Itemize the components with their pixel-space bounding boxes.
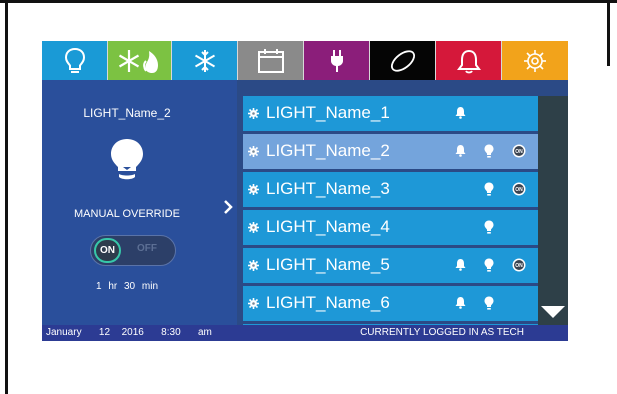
ellipse-icon <box>390 49 415 72</box>
light-row-label: LIGHT_Name_6 <box>266 293 390 312</box>
manual-override-label: MANUAL OVERRIDE <box>74 208 180 220</box>
override-duration: 1 hr 30 min <box>95 281 159 292</box>
tab-schedule[interactable] <box>238 41 304 80</box>
control-screen: LIGHT_Name_2 MANUAL OVERRIDE ON OFF 1 hr… <box>42 41 568 341</box>
light-row[interactable]: LIGHT_Name_4 <box>243 210 538 245</box>
on-badge-icon: ON <box>512 258 526 272</box>
heat-icon <box>118 49 158 73</box>
tab-lighting[interactable] <box>42 41 108 80</box>
gear-icon[interactable] <box>248 222 259 233</box>
scroll-down-arrow-icon[interactable] <box>540 305 566 319</box>
bell-icon <box>455 107 466 119</box>
gear-icon[interactable] <box>248 146 259 157</box>
tab-power[interactable] <box>304 41 370 80</box>
window-frame-right <box>607 0 610 66</box>
lightbulb-icon <box>484 144 494 158</box>
tab-settings[interactable] <box>502 41 568 80</box>
light-row[interactable]: LIGHT_Name_2 ON <box>243 134 538 169</box>
toggle-off-label: OFF <box>137 243 157 254</box>
bell-icon <box>455 297 466 309</box>
light-row-label: LIGHT_Name_5 <box>266 255 390 274</box>
light-list: LIGHT_Name_1 LIGHT_Name_2 ON LIGHT_Name_3 ON… <box>243 96 538 325</box>
window-frame-top <box>0 0 617 3</box>
gear-icon[interactable] <box>248 108 259 119</box>
gear-icon[interactable] <box>248 184 259 195</box>
bell-icon <box>455 259 466 271</box>
gear-icon[interactable] <box>248 260 259 271</box>
gear-icon[interactable] <box>248 298 259 309</box>
light-row-label: LIGHT_Name_1 <box>266 103 390 122</box>
light-row-label: LIGHT_Name_3 <box>266 179 390 198</box>
bell-icon <box>455 145 466 157</box>
status-login-info: CURRENTLY LOGGED IN AS TECH <box>360 327 524 338</box>
lightbulb-icon <box>484 258 494 272</box>
on-badge-label: ON <box>515 149 523 155</box>
on-badge-label: ON <box>515 263 523 269</box>
status-date-time: January 12 2016 8:30 am <box>46 327 212 338</box>
light-detail-panel: LIGHT_Name_2 MANUAL OVERRIDE ON OFF 1 hr… <box>42 80 237 325</box>
selected-light-name: LIGHT_Name_2 <box>83 106 171 120</box>
chevron-right-icon[interactable] <box>223 199 233 215</box>
light-row[interactable]: LIGHT_Name_6 <box>243 286 538 321</box>
light-row-label: LIGHT_Name_2 <box>266 141 390 160</box>
light-row[interactable]: LIGHT_Name_3 ON <box>243 172 538 207</box>
light-row-label: LIGHT_Name_4 <box>266 217 390 236</box>
lightbulb-icon <box>64 47 85 73</box>
toggle-on-label: ON <box>94 238 121 263</box>
on-badge-icon: ON <box>512 182 526 196</box>
gear-icon <box>524 49 546 72</box>
snowflake-icon <box>194 49 215 72</box>
on-badge-icon: ON <box>512 144 526 158</box>
manual-override-toggle[interactable]: ON OFF <box>90 235 176 266</box>
on-badge-label: ON <box>515 187 523 193</box>
tab-alarms[interactable] <box>436 41 502 80</box>
calendar-icon <box>257 48 284 73</box>
tab-heating[interactable] <box>108 41 172 80</box>
window-frame-left <box>5 0 8 394</box>
lightbulb-icon <box>111 139 143 180</box>
scrollbar[interactable] <box>538 96 568 325</box>
status-bar: January 12 2016 8:30 am CURRENTLY LOGGED… <box>42 325 568 341</box>
tab-misc[interactable] <box>370 41 436 80</box>
category-tab-bar <box>42 41 568 80</box>
lightbulb-icon <box>484 296 494 310</box>
lightbulb-icon <box>484 220 494 234</box>
lightbulb-icon <box>484 182 494 196</box>
plug-icon <box>330 49 343 72</box>
light-row[interactable]: LIGHT_Name_1 <box>243 96 538 131</box>
light-row[interactable]: LIGHT_Name_5 ON <box>243 248 538 283</box>
tab-cooling[interactable] <box>172 41 238 80</box>
bell-icon <box>456 49 481 73</box>
